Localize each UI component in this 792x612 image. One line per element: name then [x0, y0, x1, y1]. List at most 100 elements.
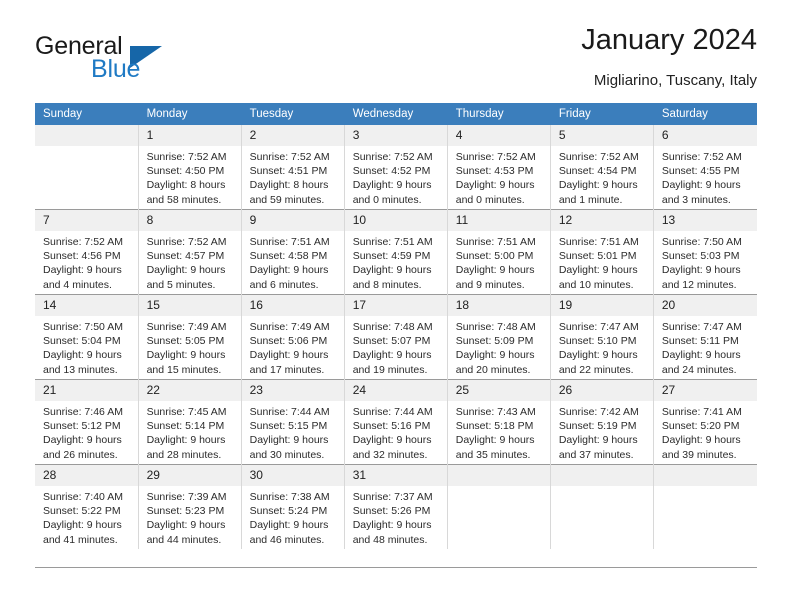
day-number: 9: [241, 210, 344, 231]
daylight-text-line2: and 35 minutes.: [455, 448, 531, 461]
day-number: [447, 465, 550, 486]
daylight-text-line2: and 5 minutes.: [146, 278, 216, 291]
day-details: Sunrise: 7:52 AM Sunset: 4:54 PM Daylight:…: [551, 146, 653, 207]
day-number: 14: [35, 295, 138, 316]
daylight-text-line1: Daylight: 9 hours: [352, 264, 432, 277]
day-details: Sunrise: 7:44 AM Sunset: 5:16 PM Daylight:…: [345, 401, 447, 462]
sunset-text: Sunset: 5:24 PM: [249, 505, 328, 518]
day-details: Sunrise: 7:45 AM Sunset: 5:14 PM Daylight:…: [139, 401, 241, 462]
calendar-empty-cell: [35, 125, 139, 210]
day-details: [448, 486, 550, 490]
day-number: [653, 465, 757, 486]
day-number: 15: [138, 295, 241, 316]
calendar-day-cell[interactable]: 19 Sunrise: 7:47 AM Sunset: 5:10 PM Dayligh…: [549, 294, 654, 380]
calendar-day-cell[interactable]: 29 Sunrise: 7:39 AM Sunset: 5:23 PM Dayligh…: [137, 464, 242, 549]
daylight-text-line2: and 22 minutes.: [558, 363, 634, 376]
calendar-day-cell[interactable]: 23 Sunrise: 7:44 AM Sunset: 5:15 PM Dayligh…: [240, 379, 345, 465]
sunset-text: Sunset: 4:55 PM: [661, 165, 740, 178]
calendar-week-row: 14 Sunrise: 7:50 AM Sunset: 5:04 PM Dayligh…: [35, 294, 757, 380]
calendar-day-cell[interactable]: 17 Sunrise: 7:48 AM Sunset: 5:07 PM Dayligh…: [343, 294, 448, 380]
calendar-day-cell[interactable]: 7 Sunrise: 7:52 AM Sunset: 4:56 PM Daylight…: [35, 209, 139, 295]
calendar-day-cell[interactable]: 20 Sunrise: 7:47 AM Sunset: 5:11 PM Dayligh…: [652, 294, 757, 380]
day-number: 22: [138, 380, 241, 401]
daylight-text-line1: Daylight: 8 hours: [249, 179, 329, 192]
day-details: Sunrise: 7:52 AM Sunset: 4:50 PM Daylight:…: [139, 146, 241, 207]
calendar-day-cell[interactable]: 24 Sunrise: 7:44 AM Sunset: 5:16 PM Dayligh…: [343, 379, 448, 465]
calendar-day-cell[interactable]: 2 Sunrise: 7:52 AM Sunset: 4:51 PM Daylight…: [240, 125, 345, 210]
calendar-day-cell[interactable]: 21 Sunrise: 7:46 AM Sunset: 5:12 PM Dayligh…: [35, 379, 139, 465]
day-details: Sunrise: 7:47 AM Sunset: 5:10 PM Daylight:…: [551, 316, 653, 377]
sunrise-text: Sunrise: 7:49 AM: [146, 321, 227, 333]
calendar-day-cell[interactable]: 4 Sunrise: 7:52 AM Sunset: 4:53 PM Daylight…: [446, 125, 551, 210]
calendar-day-cell[interactable]: 11 Sunrise: 7:51 AM Sunset: 5:00 PM Dayligh…: [446, 209, 551, 295]
day-number: 7: [35, 210, 138, 231]
sunset-text: Sunset: 4:53 PM: [455, 165, 534, 178]
daylight-text-line1: Daylight: 9 hours: [146, 349, 226, 362]
calendar-empty-cell: [446, 464, 551, 549]
calendar-day-cell[interactable]: 22 Sunrise: 7:45 AM Sunset: 5:14 PM Dayligh…: [137, 379, 242, 465]
day-details: Sunrise: 7:52 AM Sunset: 4:55 PM Daylight:…: [654, 146, 757, 207]
daylight-text-line1: Daylight: 9 hours: [455, 264, 535, 277]
calendar-day-cell[interactable]: 12 Sunrise: 7:51 AM Sunset: 5:01 PM Dayligh…: [549, 209, 654, 295]
calendar-bottom-border: [35, 567, 757, 568]
sunrise-text: Sunrise: 7:47 AM: [661, 321, 742, 333]
general-blue-logo[interactable]: General Blue: [35, 32, 265, 92]
calendar-day-cell[interactable]: 8 Sunrise: 7:52 AM Sunset: 4:57 PM Daylight…: [137, 209, 242, 295]
sunrise-text: Sunrise: 7:50 AM: [43, 321, 123, 333]
calendar-day-cell[interactable]: 3 Sunrise: 7:52 AM Sunset: 4:52 PM Daylight…: [343, 125, 448, 210]
sunset-text: Sunset: 5:19 PM: [558, 420, 637, 433]
daylight-text-line1: Daylight: 9 hours: [43, 519, 122, 532]
day-details: Sunrise: 7:47 AM Sunset: 5:11 PM Daylight:…: [654, 316, 757, 377]
calendar-week-row: 28 Sunrise: 7:40 AM Sunset: 5:22 PM Dayligh…: [35, 464, 757, 549]
calendar-day-cell[interactable]: 15 Sunrise: 7:49 AM Sunset: 5:05 PM Dayligh…: [137, 294, 242, 380]
sunset-text: Sunset: 5:18 PM: [455, 420, 534, 433]
day-details: Sunrise: 7:39 AM Sunset: 5:23 PM Daylight:…: [139, 486, 241, 547]
calendar-empty-cell: [652, 464, 757, 549]
sunset-text: Sunset: 5:05 PM: [146, 335, 225, 348]
calendar-day-cell[interactable]: 26 Sunrise: 7:42 AM Sunset: 5:19 PM Dayligh…: [549, 379, 654, 465]
calendar-day-cell[interactable]: 14 Sunrise: 7:50 AM Sunset: 5:04 PM Dayligh…: [35, 294, 139, 380]
sunrise-text: Sunrise: 7:47 AM: [558, 321, 639, 333]
calendar-day-cell[interactable]: 30 Sunrise: 7:38 AM Sunset: 5:24 PM Dayligh…: [240, 464, 345, 549]
calendar-day-cell[interactable]: 9 Sunrise: 7:51 AM Sunset: 4:58 PM Daylight…: [240, 209, 345, 295]
calendar-day-cell[interactable]: 13 Sunrise: 7:50 AM Sunset: 5:03 PM Dayligh…: [652, 209, 757, 295]
daylight-text-line2: and 0 minutes.: [352, 193, 422, 206]
calendar-day-cell[interactable]: 25 Sunrise: 7:43 AM Sunset: 5:18 PM Dayligh…: [446, 379, 551, 465]
day-details: Sunrise: 7:51 AM Sunset: 4:59 PM Daylight:…: [345, 231, 447, 292]
calendar-day-cell[interactable]: 28 Sunrise: 7:40 AM Sunset: 5:22 PM Dayligh…: [35, 464, 139, 549]
day-number: 10: [344, 210, 447, 231]
weekday-header-thursday: Thursday: [447, 103, 551, 125]
day-number: 2: [241, 125, 344, 146]
day-details: Sunrise: 7:44 AM Sunset: 5:15 PM Daylight:…: [242, 401, 344, 462]
daylight-text-line1: Daylight: 9 hours: [558, 434, 638, 447]
calendar-day-cell[interactable]: 27 Sunrise: 7:41 AM Sunset: 5:20 PM Dayligh…: [652, 379, 757, 465]
calendar-day-cell[interactable]: 31 Sunrise: 7:37 AM Sunset: 5:26 PM Dayligh…: [343, 464, 448, 549]
daylight-text-line1: Daylight: 9 hours: [43, 349, 122, 362]
sunset-text: Sunset: 4:51 PM: [249, 165, 328, 178]
calendar-table: Sunday Monday Tuesday Wednesday Thursday…: [35, 103, 758, 549]
sunset-text: Sunset: 5:20 PM: [661, 420, 740, 433]
daylight-text-line1: Daylight: 9 hours: [455, 434, 535, 447]
calendar-day-cell[interactable]: 10 Sunrise: 7:51 AM Sunset: 4:59 PM Dayligh…: [343, 209, 448, 295]
calendar-day-cell[interactable]: 16 Sunrise: 7:49 AM Sunset: 5:06 PM Dayligh…: [240, 294, 345, 380]
page-subtitle: Migliarino, Tuscany, Italy: [593, 72, 757, 89]
weekday-header-sunday: Sunday: [35, 103, 139, 125]
sunrise-text: Sunrise: 7:42 AM: [558, 406, 639, 418]
day-details: Sunrise: 7:50 AM Sunset: 5:03 PM Daylight:…: [654, 231, 757, 292]
weekday-header-row: Sunday Monday Tuesday Wednesday Thursday…: [35, 103, 758, 125]
calendar-day-cell[interactable]: 5 Sunrise: 7:52 AM Sunset: 4:54 PM Daylight…: [549, 125, 654, 210]
sunset-text: Sunset: 4:50 PM: [146, 165, 225, 178]
day-number: 6: [653, 125, 757, 146]
logo-text-blue: Blue: [91, 55, 141, 83]
sunrise-text: Sunrise: 7:43 AM: [455, 406, 536, 418]
daylight-text-line2: and 20 minutes.: [455, 363, 531, 376]
daylight-text-line1: Daylight: 9 hours: [43, 264, 122, 277]
daylight-text-line2: and 46 minutes.: [249, 533, 325, 546]
calendar-day-cell[interactable]: 6 Sunrise: 7:52 AM Sunset: 4:55 PM Daylight…: [652, 125, 757, 210]
calendar-day-cell[interactable]: 1 Sunrise: 7:52 AM Sunset: 4:50 PM Daylight…: [137, 125, 242, 210]
day-details: Sunrise: 7:40 AM Sunset: 5:22 PM Daylight:…: [35, 486, 138, 547]
day-details: [551, 486, 653, 490]
calendar-day-cell[interactable]: 18 Sunrise: 7:48 AM Sunset: 5:09 PM Dayligh…: [446, 294, 551, 380]
daylight-text-line1: Daylight: 9 hours: [661, 434, 741, 447]
day-number: 28: [35, 465, 138, 486]
